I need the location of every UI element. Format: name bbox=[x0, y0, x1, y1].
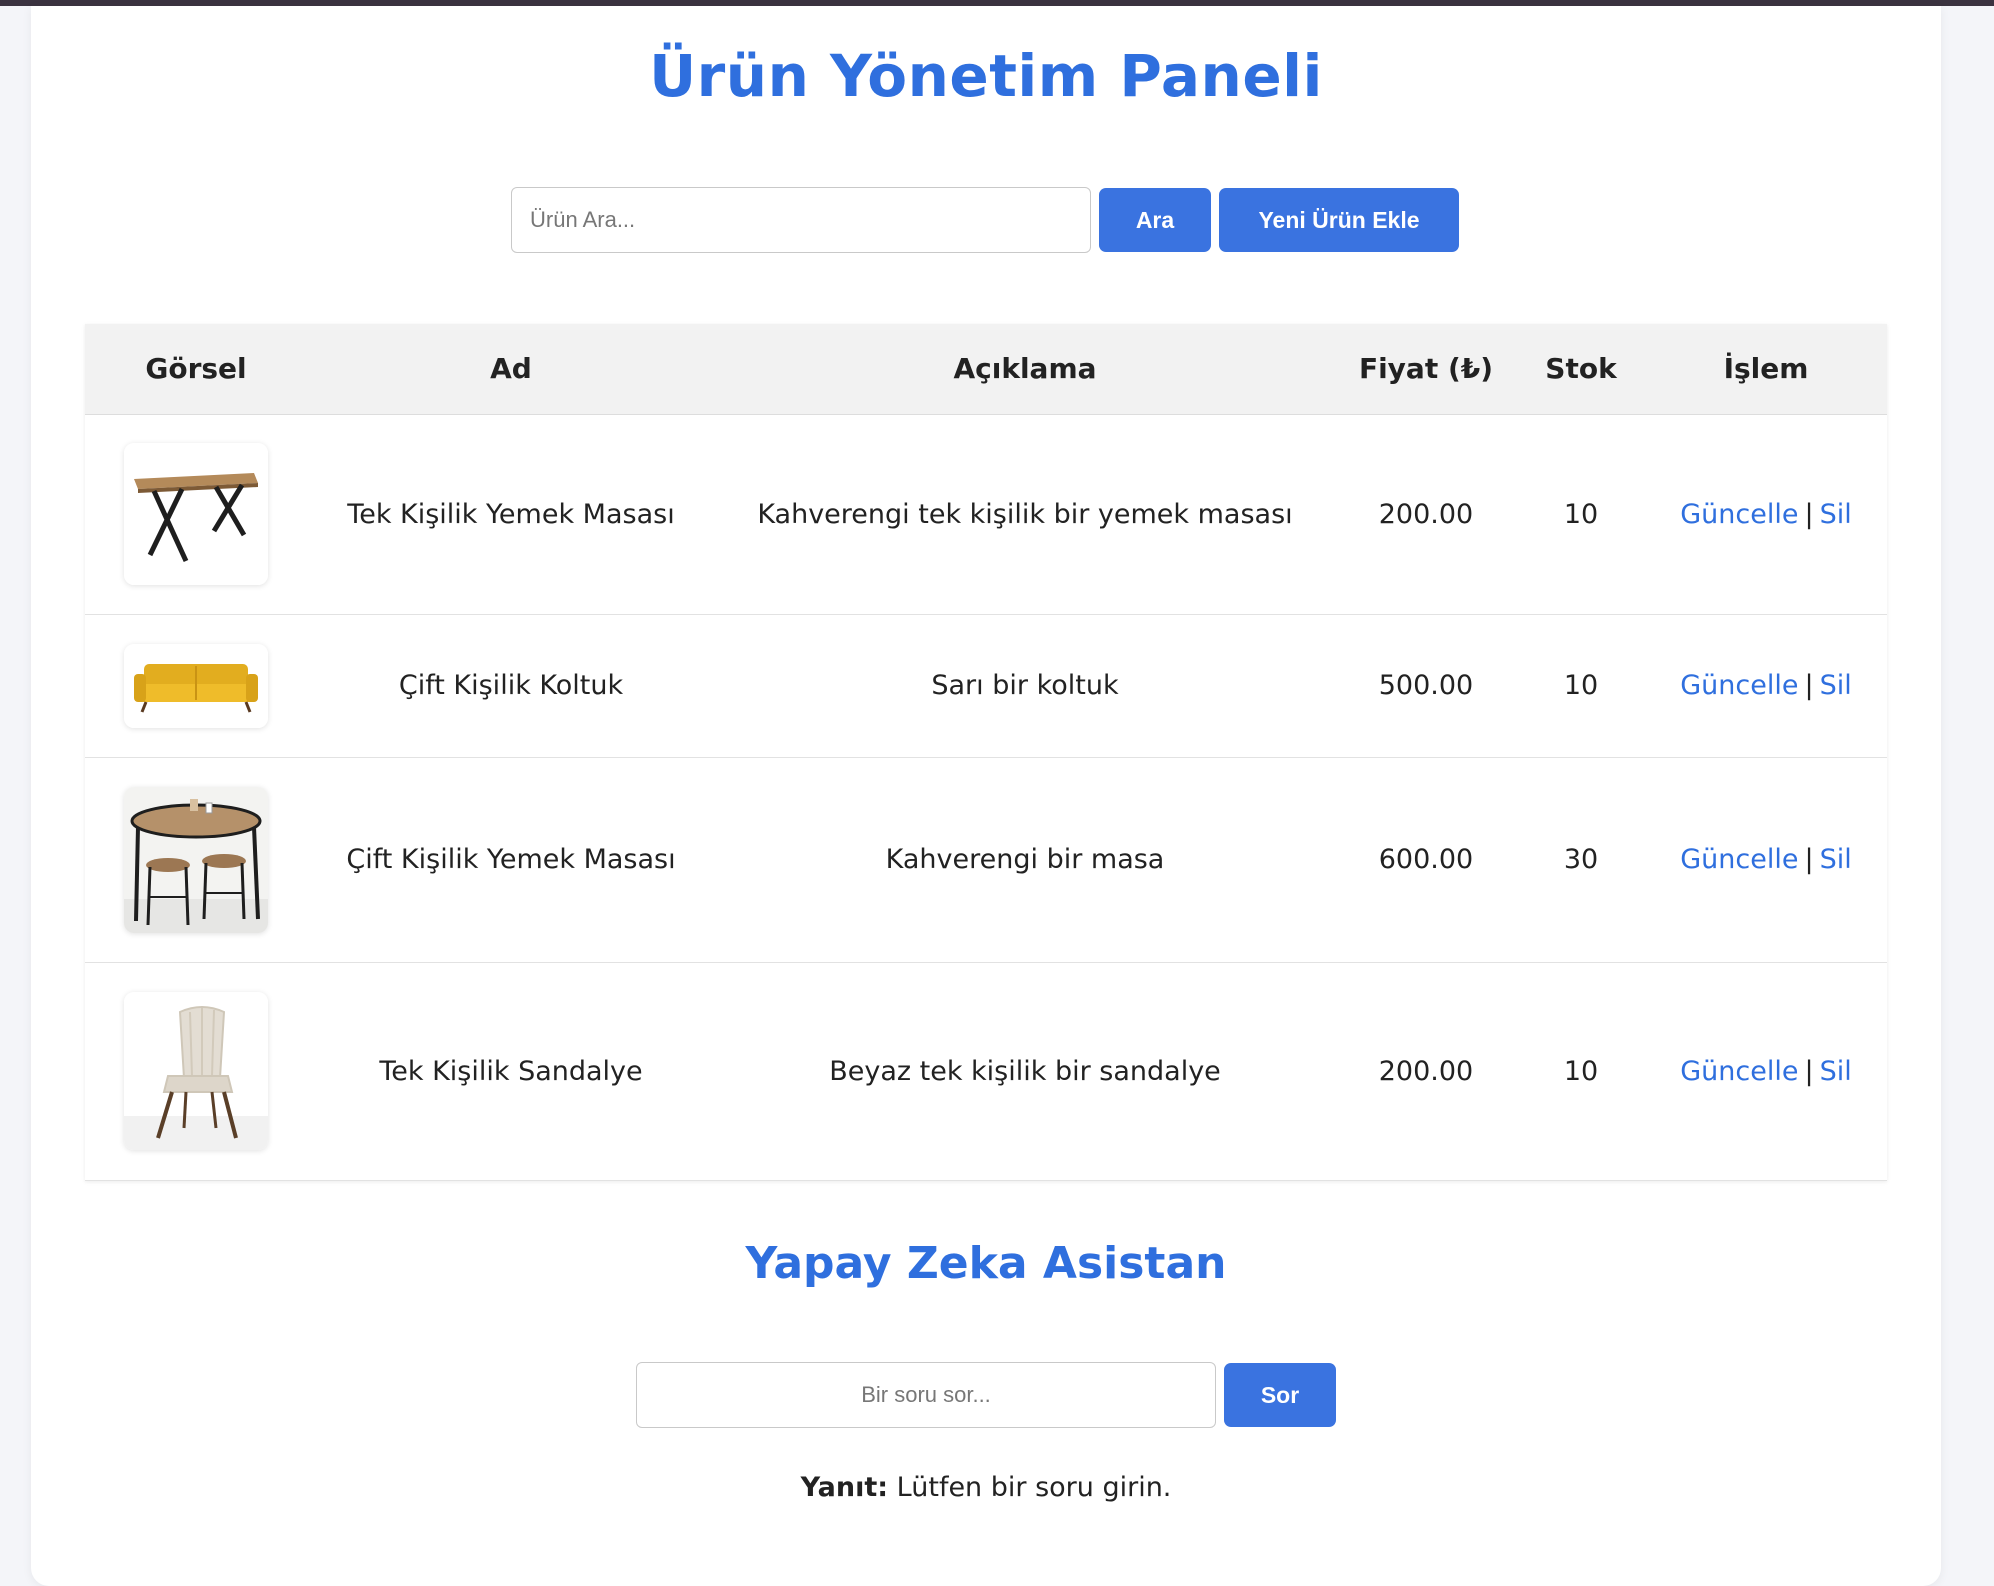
delete-link[interactable]: Sil bbox=[1820, 1056, 1852, 1087]
product-price: 500.00 bbox=[1335, 614, 1517, 758]
image-cell bbox=[85, 962, 307, 1181]
product-image-sofa bbox=[124, 643, 268, 728]
product-description: Kahverengi bir masa bbox=[715, 757, 1335, 963]
action-separator: | bbox=[1804, 498, 1814, 530]
product-table: Görsel Ad Açıklama Fiyat (₺) Stok İşlem bbox=[85, 324, 1887, 1181]
table-row: Tek Kişilik Sandalye Beyaz tek kişilik b… bbox=[85, 962, 1887, 1181]
column-header-name: Ad bbox=[307, 324, 715, 415]
action-separator: | bbox=[1804, 844, 1814, 875]
product-price: 200.00 bbox=[1335, 414, 1517, 615]
column-header-stock: Stok bbox=[1517, 324, 1645, 415]
product-description: Kahverengi tek kişilik bir yemek masası bbox=[715, 414, 1335, 615]
update-link[interactable]: Güncelle bbox=[1680, 1056, 1798, 1087]
product-image-chair bbox=[124, 992, 268, 1150]
product-stock: 10 bbox=[1517, 962, 1645, 1181]
product-name: Çift Kişilik Yemek Masası bbox=[307, 757, 715, 963]
column-header-image: Görsel bbox=[85, 324, 307, 415]
assistant-title: Yapay Zeka Asistan bbox=[745, 1238, 1227, 1289]
product-image-dining-table bbox=[124, 443, 268, 585]
action-cell: Güncelle | Sil bbox=[1645, 962, 1887, 1181]
main-panel: Ürün Yönetim Paneli Ara Yeni Ürün Ekle G… bbox=[31, 6, 1941, 1586]
answer-text: Lütfen bir soru girin. bbox=[896, 1472, 1172, 1503]
product-stock: 10 bbox=[1517, 614, 1645, 758]
image-cell bbox=[85, 757, 307, 963]
search-input[interactable] bbox=[511, 187, 1091, 253]
product-price: 600.00 bbox=[1335, 757, 1517, 963]
ask-button[interactable]: Sor bbox=[1224, 1363, 1336, 1427]
image-cell bbox=[85, 414, 307, 615]
product-name: Tek Kişilik Sandalye bbox=[307, 962, 715, 1181]
action-cell: Güncelle | Sil bbox=[1645, 757, 1887, 963]
question-input[interactable] bbox=[636, 1362, 1216, 1428]
product-name: Tek Kişilik Yemek Masası bbox=[307, 414, 715, 615]
image-cell bbox=[85, 614, 307, 758]
assistant-answer: Yanıt: Lütfen bir soru girin. bbox=[31, 1472, 1941, 1503]
search-bar: Ara Yeni Ürün Ekle bbox=[511, 187, 1459, 253]
assistant-question-bar: Sor bbox=[636, 1362, 1336, 1428]
update-link[interactable]: Güncelle bbox=[1680, 499, 1798, 530]
action-cell: Güncelle | Sil bbox=[1645, 414, 1887, 615]
delete-link[interactable]: Sil bbox=[1820, 499, 1852, 530]
product-name: Çift Kişilik Koltuk bbox=[307, 614, 715, 758]
action-separator: | bbox=[1804, 670, 1814, 701]
page-title: Ürün Yönetim Paneli bbox=[649, 42, 1323, 110]
table-row: Tek Kişilik Yemek Masası Kahverengi tek … bbox=[85, 414, 1887, 615]
column-header-action: İşlem bbox=[1645, 324, 1887, 415]
table-header-row: Görsel Ad Açıklama Fiyat (₺) Stok İşlem bbox=[85, 324, 1887, 415]
column-header-description: Açıklama bbox=[715, 324, 1335, 415]
product-description: Sarı bir koltuk bbox=[715, 614, 1335, 758]
table-row: Çift Kişilik Koltuk Sarı bir koltuk 500.… bbox=[85, 614, 1887, 758]
action-separator: | bbox=[1804, 1055, 1814, 1087]
product-description: Beyaz tek kişilik bir sandalye bbox=[715, 962, 1335, 1181]
answer-label: Yanıt: bbox=[800, 1472, 889, 1503]
delete-link[interactable]: Sil bbox=[1820, 670, 1852, 701]
product-stock: 10 bbox=[1517, 414, 1645, 615]
add-product-button[interactable]: Yeni Ürün Ekle bbox=[1219, 188, 1459, 252]
action-cell: Güncelle | Sil bbox=[1645, 614, 1887, 758]
table-row: Çift Kişilik Yemek Masası Kahverengi bir… bbox=[85, 757, 1887, 963]
product-stock: 30 bbox=[1517, 757, 1645, 963]
update-link[interactable]: Güncelle bbox=[1680, 844, 1798, 875]
delete-link[interactable]: Sil bbox=[1820, 844, 1852, 875]
update-link[interactable]: Güncelle bbox=[1680, 670, 1798, 701]
search-button[interactable]: Ara bbox=[1099, 188, 1211, 252]
column-header-price: Fiyat (₺) bbox=[1335, 324, 1517, 415]
product-price: 200.00 bbox=[1335, 962, 1517, 1181]
product-image-dining-set bbox=[124, 786, 268, 933]
